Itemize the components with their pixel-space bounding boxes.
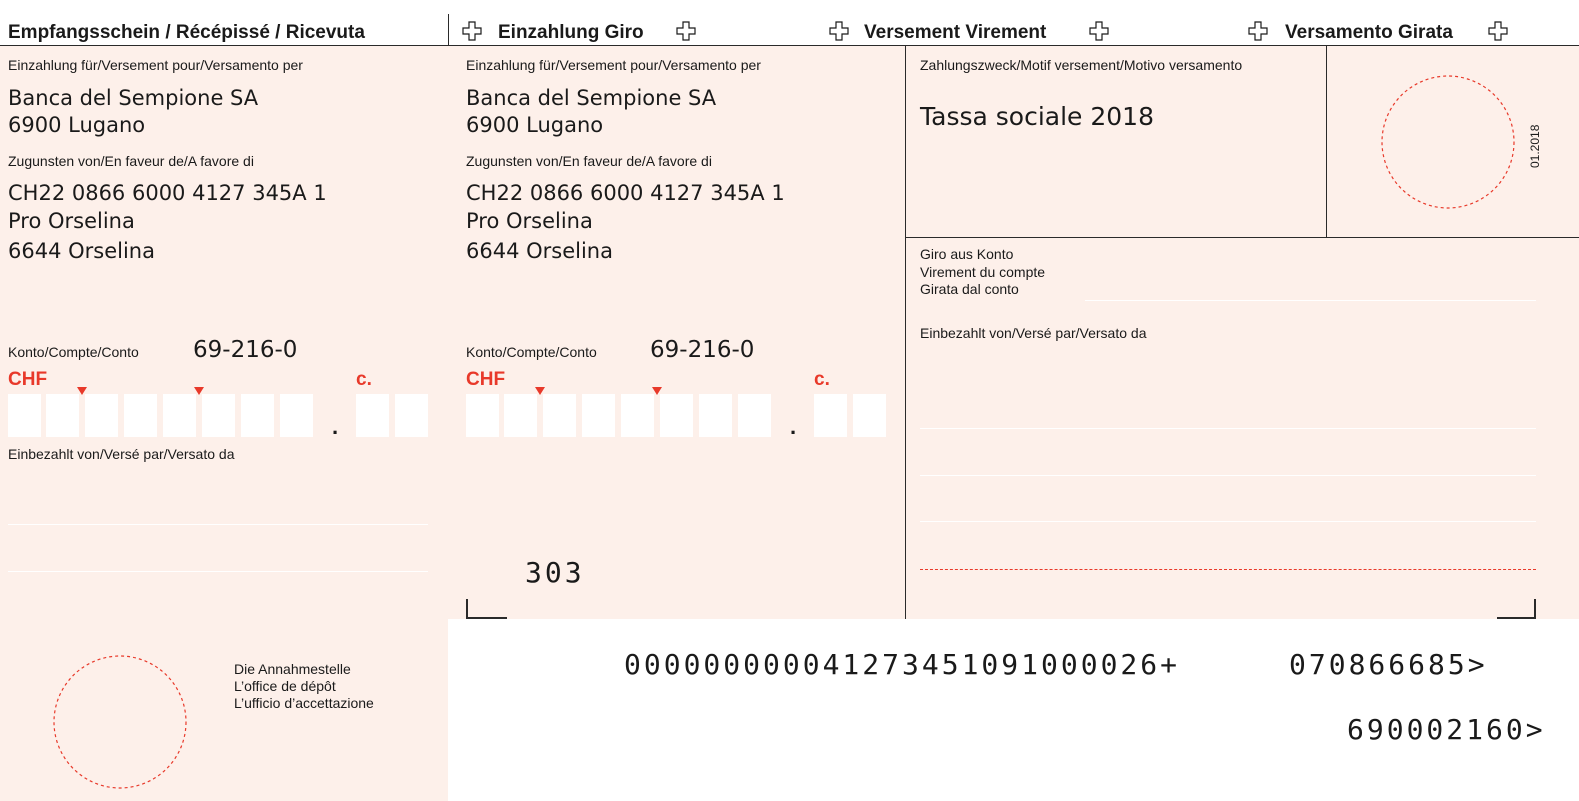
amount-digit-box[interactable] bbox=[543, 394, 576, 437]
paid-by-label: Einbezahlt von/Versé par/Versato da bbox=[920, 325, 1147, 341]
slip-iban: CH22 0866 6000 4127 345A 1 bbox=[466, 181, 785, 205]
amount-digit-box[interactable] bbox=[241, 394, 274, 437]
swiss-cross-icon bbox=[1248, 21, 1268, 41]
amount-digit-box[interactable] bbox=[202, 394, 235, 437]
virement-title: Versement Virement bbox=[864, 22, 1047, 43]
giro-account-write-line[interactable] bbox=[1085, 300, 1536, 301]
receipt-payment-for-label: Einzahlung für/Versement pour/Versamento… bbox=[8, 57, 303, 73]
girata-title: Versamento Girata bbox=[1285, 22, 1453, 43]
swiss-cross-icon bbox=[1488, 21, 1508, 41]
form-top-background bbox=[0, 46, 1579, 619]
slip-divider bbox=[905, 46, 906, 619]
slip-decimal-dot: . bbox=[790, 414, 797, 439]
coding-line-clearing: 070866685> bbox=[1289, 648, 1488, 681]
receipt-iban: CH22 0866 6000 4127 345A 1 bbox=[8, 181, 327, 205]
giro-account-line2: Virement du compte bbox=[920, 263, 1046, 280]
swiss-cross-icon bbox=[1089, 21, 1109, 41]
giro-account-line3: Girata dal conto bbox=[920, 281, 1019, 297]
slip-in-favour-label: Zugunsten von/En faveur de/A favore di bbox=[466, 153, 712, 169]
amount-digit-box[interactable] bbox=[621, 394, 654, 437]
giro-title: Einzahlung Giro bbox=[498, 22, 644, 43]
slip-currency: CHF bbox=[466, 369, 506, 390]
form-code: 303 bbox=[525, 556, 585, 589]
swiss-cross-icon bbox=[676, 21, 696, 41]
receipt-bank-line2: 6900 Lugano bbox=[8, 113, 146, 137]
slip-beneficiary-line1: Pro Orselina bbox=[466, 209, 593, 233]
slip-payment-for-label: Einzahlung für/Versement pour/Versamento… bbox=[466, 57, 761, 73]
purpose-bottom-line bbox=[905, 237, 1579, 238]
acceptance-line3: L’ufficio d’accettazione bbox=[234, 695, 374, 711]
receipt-title: Empfangsschein / Récépissé / Ricevuta bbox=[8, 22, 365, 43]
acceptance-office-label: Die Annahmestelle L’office de dépôt L’uf… bbox=[234, 661, 374, 712]
amount-digit-box[interactable] bbox=[738, 394, 771, 437]
swiss-cross-icon bbox=[462, 21, 482, 41]
corner-mark bbox=[1534, 599, 1536, 619]
receipt-in-favour-label: Zugunsten von/En faveur de/A favore di bbox=[8, 153, 254, 169]
cents-digit-box[interactable] bbox=[853, 394, 886, 437]
amount-digit-box[interactable] bbox=[466, 394, 499, 437]
paid-by-write-line[interactable] bbox=[920, 428, 1536, 429]
acceptance-line1: Die Annahmestelle bbox=[234, 661, 351, 677]
purpose-value: Tassa sociale 2018 bbox=[920, 102, 1154, 131]
receipt-currency: CHF bbox=[8, 369, 48, 390]
receipt-cents-label: c. bbox=[356, 369, 372, 390]
receipt-account-number: 69-216-0 bbox=[193, 337, 298, 363]
receipt-paid-by-label: Einbezahlt von/Versé par/Versato da bbox=[8, 446, 235, 462]
form-date: 01.2018 bbox=[1528, 124, 1542, 168]
amount-digit-box[interactable] bbox=[582, 394, 615, 437]
amount-digit-box[interactable] bbox=[504, 394, 537, 437]
slip-bank-line2: 6900 Lugano bbox=[466, 113, 604, 137]
receipt-write-line bbox=[8, 524, 428, 525]
giro-account-label: Giro aus Konto Virement du compte Girata… bbox=[920, 246, 1045, 299]
amount-digit-box[interactable] bbox=[163, 394, 196, 437]
receipt-beneficiary-line1: Pro Orselina bbox=[8, 209, 135, 233]
slip-account-label: Konto/Compte/Conto bbox=[466, 344, 597, 360]
giro-account-line1: Giro aus Konto bbox=[920, 246, 1014, 262]
header-divider bbox=[448, 14, 449, 46]
swiss-cross-icon bbox=[829, 21, 849, 41]
slip-account-number: 69-216-0 bbox=[650, 337, 755, 363]
cents-digit-box[interactable] bbox=[356, 394, 389, 437]
giro-stamp-circle bbox=[1381, 75, 1515, 209]
amount-digit-box[interactable] bbox=[8, 394, 41, 437]
cents-digit-box[interactable] bbox=[395, 394, 428, 437]
coding-line-account: 690002160> bbox=[1347, 713, 1546, 746]
receipt-decimal-dot: . bbox=[332, 414, 339, 439]
amount-digit-box[interactable] bbox=[85, 394, 118, 437]
receipt-write-line bbox=[8, 571, 428, 572]
purpose-label: Zahlungszweck/Motif versement/Motivo ver… bbox=[920, 57, 1243, 73]
amount-digit-box[interactable] bbox=[46, 394, 79, 437]
slip-cents-label: c. bbox=[814, 369, 830, 390]
amount-digit-box[interactable] bbox=[280, 394, 313, 437]
corner-mark bbox=[466, 599, 468, 619]
receipt-bank-line1: Banca del Sempione SA bbox=[8, 86, 259, 110]
header-bottom-line bbox=[0, 45, 1579, 46]
paid-by-write-line[interactable] bbox=[920, 521, 1536, 522]
receipt-beneficiary-line2: 6644 Orselina bbox=[8, 239, 155, 263]
stamp-divider bbox=[1326, 46, 1327, 237]
corner-mark bbox=[1497, 617, 1536, 619]
amount-digit-box[interactable] bbox=[124, 394, 157, 437]
acceptance-line2: L’office de dépôt bbox=[234, 678, 336, 694]
coding-line-reference: 000000000041273451091000026+ bbox=[624, 648, 1181, 681]
paid-by-write-line[interactable] bbox=[920, 475, 1536, 476]
slip-bank-line1: Banca del Sempione SA bbox=[466, 86, 717, 110]
receipt-account-label: Konto/Compte/Conto bbox=[8, 344, 139, 360]
amount-digit-box[interactable] bbox=[699, 394, 732, 437]
cents-digit-box[interactable] bbox=[814, 394, 847, 437]
paid-by-dashed-line bbox=[920, 569, 1536, 570]
corner-mark bbox=[466, 617, 507, 619]
acceptance-stamp-circle bbox=[53, 655, 187, 789]
amount-digit-box[interactable] bbox=[660, 394, 693, 437]
slip-beneficiary-line2: 6644 Orselina bbox=[466, 239, 613, 263]
